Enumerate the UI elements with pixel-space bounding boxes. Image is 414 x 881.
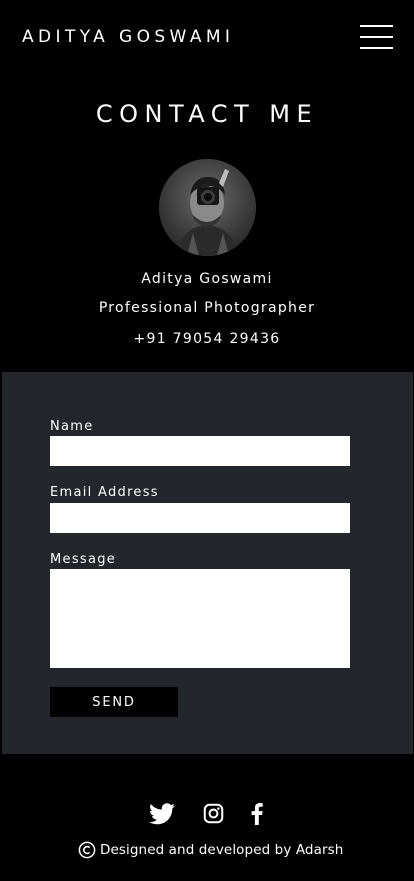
- hamburger-menu-icon[interactable]: [358, 24, 395, 50]
- brand-name[interactable]: ADITYA GOSWAMI: [22, 27, 234, 47]
- avatar-photo: [159, 159, 256, 256]
- menu-bar: [360, 36, 393, 38]
- message-label: Message: [50, 552, 117, 567]
- credit-text: Designed and developed by Adarsh: [100, 842, 344, 858]
- name-label: Name: [50, 419, 94, 434]
- menu-bar: [360, 47, 393, 49]
- page-title: CONTACT ME: [95, 100, 319, 128]
- instagram-icon[interactable]: [203, 802, 225, 826]
- site-header: ADITYA GOSWAMI: [0, 0, 414, 76]
- email-label: Email Address: [50, 485, 159, 500]
- twitter-icon[interactable]: [149, 802, 175, 826]
- contact-name: Aditya Goswami: [141, 271, 273, 287]
- copyright-icon: [78, 841, 96, 859]
- footer-credit: Designed and developed by Adarsh: [78, 840, 343, 860]
- facebook-icon[interactable]: [251, 802, 265, 826]
- name-input[interactable]: [50, 436, 350, 466]
- avatar: [159, 159, 256, 256]
- menu-bar: [360, 25, 393, 27]
- message-textarea[interactable]: [50, 569, 350, 668]
- email-input[interactable]: [50, 503, 350, 533]
- contact-form: Name Email Address Message SEND: [2, 372, 413, 754]
- contact-phone[interactable]: +91 79054 29436: [0, 331, 414, 347]
- contact-role: Professional Photographer: [98, 300, 316, 316]
- send-button[interactable]: SEND: [50, 687, 178, 717]
